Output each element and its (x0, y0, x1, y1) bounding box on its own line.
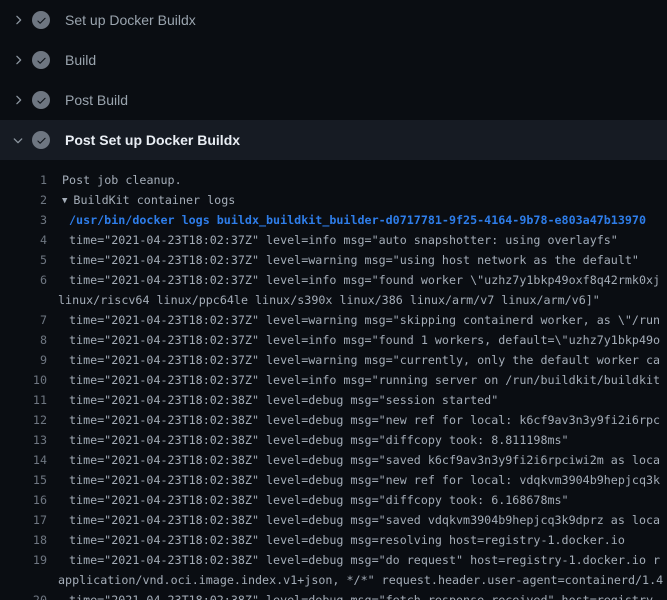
log-line-text: time="2021-04-23T18:02:38Z" level=debug … (69, 410, 667, 430)
log-line-text: time="2021-04-23T18:02:38Z" level=debug … (69, 470, 667, 490)
log-line: 13 time="2021-04-23T18:02:38Z" level=deb… (0, 430, 667, 450)
line-number[interactable]: 18 (0, 530, 47, 550)
group-collapse-icon[interactable]: ▼ (62, 191, 67, 211)
log-line-text: application/vnd.oci.image.index.v1+json,… (58, 570, 667, 590)
step-header-1[interactable]: Build (0, 40, 667, 80)
line-number[interactable]: 17 (0, 510, 47, 530)
line-number[interactable]: 3 (0, 210, 47, 230)
line-number[interactable]: 13 (0, 430, 47, 450)
line-number[interactable]: 19 (0, 550, 47, 570)
log-line: 14 time="2021-04-23T18:02:38Z" level=deb… (0, 450, 667, 470)
step-list: Set up Docker Buildx Build Post Build Po… (0, 0, 667, 160)
step-name: Post Build (65, 92, 128, 108)
log-line-continuation: application/vnd.oci.image.index.v1+json,… (0, 570, 667, 590)
log-line: 11 time="2021-04-23T18:02:38Z" level=deb… (0, 390, 667, 410)
log-line: 4 time="2021-04-23T18:02:37Z" level=info… (0, 230, 667, 250)
line-number[interactable]: 12 (0, 410, 47, 430)
step-name: Post Set up Docker Buildx (65, 132, 240, 148)
log-line: 5 time="2021-04-23T18:02:37Z" level=warn… (0, 250, 667, 270)
log-line-text: time="2021-04-23T18:02:38Z" level=debug … (69, 390, 667, 410)
group-title[interactable]: BuildKit container logs (73, 193, 235, 207)
check-circle-icon (32, 51, 50, 69)
log-line-text: time="2021-04-23T18:02:38Z" level=debug … (69, 590, 667, 600)
line-number[interactable]: 7 (0, 310, 47, 330)
check-circle-icon (32, 131, 50, 149)
log-line: 6 time="2021-04-23T18:02:37Z" level=info… (0, 270, 667, 290)
chevron-right-icon (11, 13, 25, 27)
actions-log-viewer: Set up Docker Buildx Build Post Build Po… (0, 0, 667, 600)
log-line-text: time="2021-04-23T18:02:37Z" level=info m… (69, 270, 667, 290)
log-line: 16 time="2021-04-23T18:02:38Z" level=deb… (0, 490, 667, 510)
log-line-text: time="2021-04-23T18:02:37Z" level=warnin… (69, 310, 667, 330)
line-number[interactable]: 8 (0, 330, 47, 350)
log-line: 12 time="2021-04-23T18:02:38Z" level=deb… (0, 410, 667, 430)
log-output: 1 Post job cleanup. 2 ▼ BuildKit containe… (0, 160, 667, 600)
line-number[interactable]: 5 (0, 250, 47, 270)
step-name: Set up Docker Buildx (65, 12, 196, 28)
log-line-text: time="2021-04-23T18:02:37Z" level=warnin… (69, 250, 667, 270)
line-number[interactable]: 1 (0, 170, 47, 190)
log-line: 17 time="2021-04-23T18:02:38Z" level=deb… (0, 510, 667, 530)
log-line: 15 time="2021-04-23T18:02:38Z" level=deb… (0, 470, 667, 490)
step-header-0[interactable]: Set up Docker Buildx (0, 0, 667, 40)
line-number[interactable]: 9 (0, 350, 47, 370)
chevron-down-icon (11, 133, 25, 147)
log-line: 20 time="2021-04-23T18:02:38Z" level=deb… (0, 590, 667, 600)
line-number[interactable]: 14 (0, 450, 47, 470)
log-line-text: linux/riscv64 linux/ppc64le linux/s390x … (58, 290, 667, 310)
log-line-continuation: linux/riscv64 linux/ppc64le linux/s390x … (0, 290, 667, 310)
log-line: 1 Post job cleanup. (0, 170, 667, 190)
log-line: 18 time="2021-04-23T18:02:38Z" level=deb… (0, 530, 667, 550)
line-number[interactable]: 20 (0, 590, 47, 600)
log-line-text: /usr/bin/docker logs buildx_buildkit_bui… (69, 210, 667, 230)
log-line-text: Post job cleanup. (62, 170, 667, 190)
step-header-3[interactable]: Post Set up Docker Buildx (0, 120, 667, 160)
line-number[interactable]: 11 (0, 390, 47, 410)
line-number[interactable]: 16 (0, 490, 47, 510)
log-line-text: time="2021-04-23T18:02:38Z" level=debug … (69, 450, 667, 470)
log-line-text: time="2021-04-23T18:02:38Z" level=debug … (69, 490, 667, 510)
log-line: 10 time="2021-04-23T18:02:37Z" level=inf… (0, 370, 667, 390)
log-line-text: ▼ BuildKit container logs (62, 190, 667, 211)
line-number[interactable]: 2 (0, 190, 47, 210)
log-line-text: time="2021-04-23T18:02:38Z" level=debug … (69, 550, 667, 570)
log-line-text: time="2021-04-23T18:02:38Z" level=debug … (69, 510, 667, 530)
log-line: 3 /usr/bin/docker logs buildx_buildkit_b… (0, 210, 667, 230)
log-line-text: time="2021-04-23T18:02:37Z" level=info m… (69, 330, 667, 350)
log-line-text: time="2021-04-23T18:02:37Z" level=warnin… (69, 350, 667, 370)
step-header-2[interactable]: Post Build (0, 80, 667, 120)
log-line: 9 time="2021-04-23T18:02:37Z" level=warn… (0, 350, 667, 370)
log-line-text: time="2021-04-23T18:02:37Z" level=info m… (69, 370, 667, 390)
check-circle-icon (32, 91, 50, 109)
log-line-text: time="2021-04-23T18:02:38Z" level=debug … (69, 430, 667, 450)
chevron-right-icon (11, 53, 25, 67)
log-line: 19 time="2021-04-23T18:02:38Z" level=deb… (0, 550, 667, 570)
check-circle-icon (32, 11, 50, 29)
log-line-text: time="2021-04-23T18:02:38Z" level=debug … (69, 530, 667, 550)
log-line-text: time="2021-04-23T18:02:37Z" level=info m… (69, 230, 667, 250)
line-number[interactable]: 4 (0, 230, 47, 250)
chevron-right-icon (11, 93, 25, 107)
log-line: 8 time="2021-04-23T18:02:37Z" level=info… (0, 330, 667, 350)
line-number[interactable]: 10 (0, 370, 47, 390)
log-line: 2 ▼ BuildKit container logs (0, 190, 667, 210)
line-number[interactable]: 6 (0, 270, 47, 290)
step-name: Build (65, 52, 96, 68)
log-line: 7 time="2021-04-23T18:02:37Z" level=warn… (0, 310, 667, 330)
line-number[interactable]: 15 (0, 470, 47, 490)
